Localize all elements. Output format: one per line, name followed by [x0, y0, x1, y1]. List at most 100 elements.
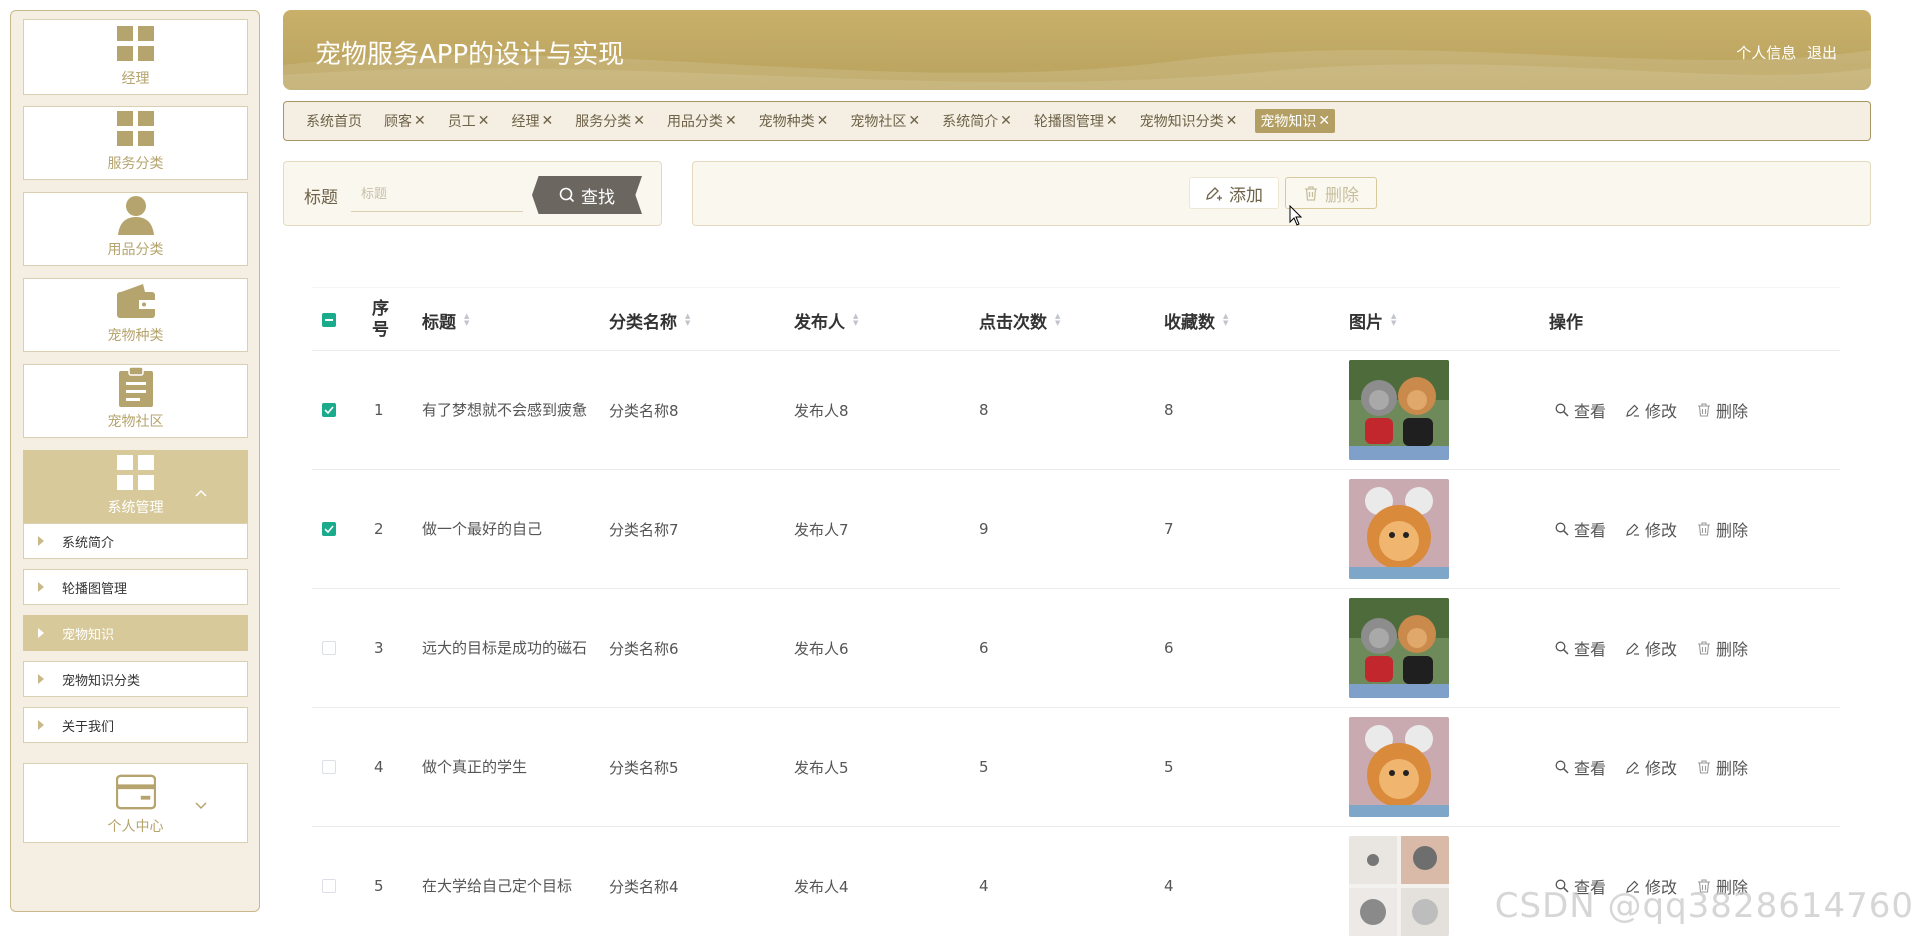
tab-label: 服务分类: [575, 114, 632, 130]
edit-button[interactable]: 修改: [1626, 636, 1677, 660]
edit-icon: [1626, 760, 1640, 774]
sidebar-item-carousel[interactable]: 轮播图管理: [23, 569, 248, 605]
delete-row-button[interactable]: 删除: [1697, 755, 1748, 779]
cell-favorites: 8: [1164, 401, 1174, 419]
column-header-image[interactable]: 图片 ▲ ▼: [1349, 288, 1396, 352]
sidebar: 经理 服务分类 用品分类 宠物种类 宠物社区 系统管理 系统简介 轮播图管理 宠…: [10, 10, 260, 912]
tab-supplies-category[interactable]: 用品分类 ✕: [663, 109, 741, 133]
delete-row-button[interactable]: 删除: [1697, 517, 1748, 541]
card-icon: [115, 772, 156, 812]
tab-home[interactable]: 系统首页: [302, 109, 366, 133]
close-icon[interactable]: ✕: [478, 113, 490, 129]
edit-button[interactable]: 修改: [1626, 517, 1677, 541]
pomeranian-photo[interactable]: [1349, 717, 1449, 817]
close-icon[interactable]: ✕: [1318, 113, 1330, 129]
sidebar-menu-personal-center[interactable]: 个人中心: [23, 763, 248, 843]
caret-right-icon: [38, 674, 44, 684]
pomeranian-photo[interactable]: [1349, 479, 1449, 579]
row-checkbox[interactable]: [322, 760, 336, 774]
sort-icon[interactable]: ▲ ▼: [685, 313, 690, 327]
tab-pet-community[interactable]: 宠物社区 ✕: [846, 109, 924, 133]
trash-icon: [1303, 185, 1319, 201]
close-icon[interactable]: ✕: [414, 113, 426, 129]
edit-button[interactable]: 修改: [1626, 755, 1677, 779]
close-icon[interactable]: ✕: [541, 113, 553, 129]
search-button-label: 查找: [581, 187, 615, 208]
table-row: 1 有了梦想就不会感到疲惫 分类名称8 发布人8 8 8 查看 修改 删除: [312, 351, 1840, 470]
sidebar-item-system-intro[interactable]: 系统简介: [23, 523, 248, 559]
close-icon[interactable]: ✕: [1000, 113, 1012, 129]
two-dogs-photo[interactable]: [1349, 598, 1449, 698]
view-button[interactable]: 查看: [1555, 755, 1606, 779]
chevron-up-icon: [195, 485, 207, 501]
view-button[interactable]: 查看: [1555, 398, 1606, 422]
sort-icon[interactable]: ▲ ▼: [464, 313, 469, 327]
sidebar-menu-pet-community[interactable]: 宠物社区: [23, 364, 248, 438]
sidebar-menu-system-management[interactable]: 系统管理: [23, 450, 248, 524]
search-icon: [559, 187, 575, 203]
dog-collage-photo[interactable]: [1349, 836, 1449, 936]
tab-customer[interactable]: 顾客 ✕: [380, 109, 430, 133]
sidebar-menu-supplies-category[interactable]: 用品分类: [23, 192, 248, 266]
sidebar-menu-pet-type[interactable]: 宠物种类: [23, 278, 248, 352]
profile-link[interactable]: 个人信息: [1736, 44, 1796, 62]
column-header-label: 点击次数: [979, 312, 1047, 333]
delete-row-button[interactable]: 删除: [1697, 636, 1748, 660]
tab-manager[interactable]: 经理 ✕: [507, 109, 557, 133]
tab-service-category[interactable]: 服务分类 ✕: [571, 109, 649, 133]
tab-pet-type[interactable]: 宠物种类 ✕: [755, 109, 833, 133]
sort-icon[interactable]: ▲ ▼: [1391, 313, 1396, 327]
close-icon[interactable]: ✕: [1226, 113, 1238, 129]
edit-icon: [1626, 522, 1640, 536]
delete-row-button[interactable]: 删除: [1697, 398, 1748, 422]
close-icon[interactable]: ✕: [817, 113, 829, 129]
column-header-title[interactable]: 标题 ▲ ▼: [422, 288, 469, 352]
delete-label: 删除: [1716, 759, 1749, 778]
column-header-favorites[interactable]: 收藏数 ▲ ▼: [1164, 288, 1228, 352]
sort-icon[interactable]: ▲ ▼: [1223, 313, 1228, 327]
checkbox-indeterminate[interactable]: [322, 313, 336, 327]
view-button[interactable]: 查看: [1555, 517, 1606, 541]
grid-icon: [116, 24, 156, 64]
sidebar-item-pet-knowledge-category[interactable]: 宠物知识分类: [23, 661, 248, 697]
edit-button[interactable]: 修改: [1626, 398, 1677, 422]
select-all-checkbox[interactable]: [322, 288, 336, 352]
sort-icon[interactable]: ▲ ▼: [1055, 313, 1060, 327]
column-header-category[interactable]: 分类名称 ▲ ▼: [609, 288, 690, 352]
row-checkbox-checked[interactable]: [322, 522, 336, 536]
delete-label: 删除: [1716, 640, 1749, 659]
close-icon[interactable]: ✕: [1106, 113, 1118, 129]
tab-carousel[interactable]: 轮播图管理 ✕: [1030, 109, 1122, 133]
action-panel: 添加 删除: [692, 161, 1871, 226]
search-button[interactable]: 查找: [532, 176, 642, 214]
tab-system-intro[interactable]: 系统简介 ✕: [938, 109, 1016, 133]
watermark: CSDN @qq3828614760: [1494, 886, 1914, 926]
close-icon[interactable]: ✕: [908, 113, 920, 129]
column-header-publisher[interactable]: 发布人 ▲ ▼: [794, 288, 858, 352]
row-checkbox[interactable]: [322, 879, 336, 893]
sidebar-item-about-us[interactable]: 关于我们: [23, 707, 248, 743]
mouse-cursor-icon: [1289, 204, 1303, 231]
tab-pet-knowledge[interactable]: 宠物知识 ✕: [1255, 109, 1336, 133]
sidebar-menu-service-category[interactable]: 服务分类: [23, 106, 248, 180]
cell-category: 分类名称5: [609, 758, 679, 777]
tab-staff[interactable]: 员工 ✕: [444, 109, 494, 133]
sidebar-menu-label: 经理: [121, 71, 150, 87]
sidebar-item-pet-knowledge[interactable]: 宠物知识: [23, 615, 248, 651]
close-icon[interactable]: ✕: [725, 113, 737, 129]
cell-category: 分类名称7: [609, 520, 679, 539]
logout-link[interactable]: 退出: [1807, 44, 1837, 62]
sidebar-menu-manager[interactable]: 经理: [23, 19, 248, 95]
app-header: 宠物服务APP的设计与实现 个人信息 退出: [283, 10, 1871, 90]
row-checkbox-checked[interactable]: [322, 403, 336, 417]
cell-clicks: 5: [979, 758, 989, 776]
two-dogs-photo[interactable]: [1349, 360, 1449, 460]
search-input[interactable]: [351, 176, 523, 212]
tab-pet-knowledge-category[interactable]: 宠物知识分类 ✕: [1136, 109, 1242, 133]
view-button[interactable]: 查看: [1555, 636, 1606, 660]
close-icon[interactable]: ✕: [633, 113, 645, 129]
sort-icon[interactable]: ▲ ▼: [853, 313, 858, 327]
add-button[interactable]: 添加: [1189, 177, 1279, 209]
column-header-clicks[interactable]: 点击次数 ▲ ▼: [979, 288, 1060, 352]
row-checkbox[interactable]: [322, 641, 336, 655]
